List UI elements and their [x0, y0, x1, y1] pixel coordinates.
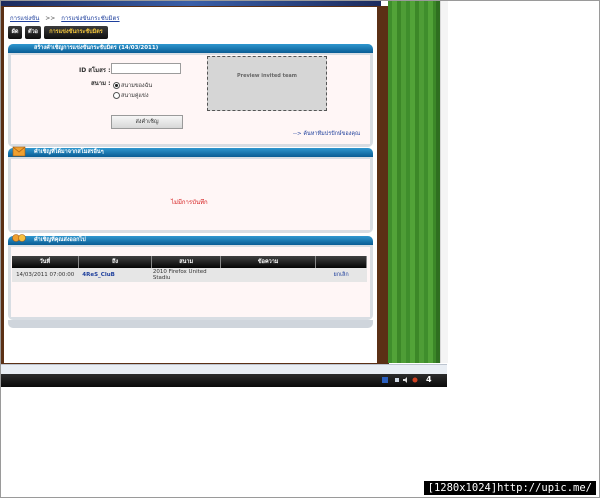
received-invitations-panel: คำเชิญที่ได้มาจากสโมสรอื่นๆ ไม่มีการบันท… [8, 146, 373, 233]
venue-label: สนาม : [91, 80, 111, 87]
network-tray-icon[interactable] [394, 377, 400, 383]
sent-invitations-panel: คำเชิญที่คุณส่งออกไป วันที่ ถึง สนาม ข้อ… [8, 234, 373, 320]
breadcrumb-separator: >> [45, 15, 56, 22]
column-message-header: ข้อความ [220, 256, 317, 268]
table-header-row: วันที่ ถึง สนาม ข้อความ [12, 256, 367, 268]
volume-tray-icon[interactable] [403, 377, 409, 383]
row-stadium: 2010 Firefox United Stadiu [151, 268, 221, 282]
image-host-footer: [1280x1024]http://upic.me/ [423, 481, 596, 495]
radio-unselected-icon [113, 92, 120, 99]
tab-2[interactable]: ตัวอ [25, 26, 41, 39]
row-cancel-link[interactable]: ยกเลิก [315, 268, 367, 282]
create-invitation-panel: สร้างคำเชิญการแข่งขันกระชับมิตร (14/03/2… [8, 44, 373, 147]
no-records-message: ไม่มีการบันทึก [171, 199, 208, 206]
venue-radio-away[interactable]: สนามคู่แข่ง [113, 92, 149, 100]
breadcrumb: การแข่งขัน >> การแข่งขันกระชับมิตร [10, 13, 120, 23]
envelope-icon [12, 146, 26, 157]
sent-invitations-body: วันที่ ถึง สนาม ข้อความ 14/03/2011 07:00… [11, 247, 370, 317]
breadcrumb-home-link[interactable]: การแข่งขัน [10, 15, 39, 22]
create-invitation-body: ID สโมสร : สนาม : สนามของฉัน สนามคู่แข่ง… [11, 55, 370, 144]
sent-invitations-header: คำเชิญที่คุณส่งออกไป [8, 234, 373, 245]
venue-option-away-label: สนามคู่แข่ง [121, 93, 149, 99]
tab-1[interactable]: ผัด [8, 26, 22, 39]
window-edge-scrollbar[interactable] [440, 1, 448, 363]
preview-invited-team-box: Preview invited team [207, 56, 327, 111]
column-stadium-header: สนาม [151, 256, 222, 268]
venue-radio-home[interactable]: สนามของฉัน [113, 82, 152, 90]
received-invitations-title: คำเชิญที่ได้มาจากสโมสรอื่นๆ [34, 149, 104, 155]
preview-text: Preview invited team [237, 73, 297, 79]
received-invitations-body: ไม่มีการบันทึก [11, 159, 370, 230]
security-tray-icon[interactable] [412, 377, 418, 383]
windows-taskbar [1, 374, 447, 387]
create-invitation-header: สร้างคำเชิญการแข่งขันกระชับมิตร (14/03/2… [8, 44, 373, 53]
table-row: 14/03/2011 07:00:00 4ReS_CluB 2010 Firef… [12, 268, 367, 282]
breadcrumb-current-link[interactable]: การแข่งขันกระชับมิตร [61, 15, 119, 22]
send-invitation-button[interactable]: ส่งคำเชิญ [111, 115, 183, 129]
tab-friendly-match[interactable]: การแข่งขันกระชับมิตร [44, 26, 108, 39]
column-to-header: ถึง [78, 256, 153, 268]
column-action-header [315, 256, 367, 268]
club-id-input[interactable] [111, 63, 181, 74]
row-date: 14/03/2011 07:00:00 [12, 268, 79, 282]
received-invitations-header: คำเชิญที่ได้มาจากสโมสรอื่นๆ [8, 146, 373, 157]
sent-invitations-table: วันที่ ถึง สนาม ข้อความ 14/03/2011 07:00… [12, 256, 367, 282]
taskbar-clock[interactable]: 4 [426, 375, 432, 384]
create-invitation-title: สร้างคำเชิญการแข่งขันกระชับมิตร (14/03/2… [34, 45, 159, 51]
club-id-label: ID สโมสร : [79, 67, 111, 74]
handshake-icon [12, 234, 26, 242]
radio-selected-icon [113, 82, 120, 89]
search-opponent-link[interactable]: --> ค้นหาทีมปรปักษ์ของคุณ [293, 130, 360, 138]
column-date-header: วันที่ [12, 256, 79, 268]
panel-bottom-bar [8, 320, 373, 328]
grass-background [388, 1, 438, 363]
main-content: การแข่งขัน >> การแข่งขันกระชับมิตร ผัด ต… [4, 7, 377, 363]
row-message [220, 268, 316, 282]
language-tray-icon[interactable] [382, 377, 388, 383]
sent-invitations-title: คำเชิญที่คุณส่งออกไป [34, 237, 86, 243]
row-to-club-link[interactable]: 4ReS_CluB [78, 268, 152, 282]
venue-option-home-label: สนามของฉัน [121, 83, 153, 89]
